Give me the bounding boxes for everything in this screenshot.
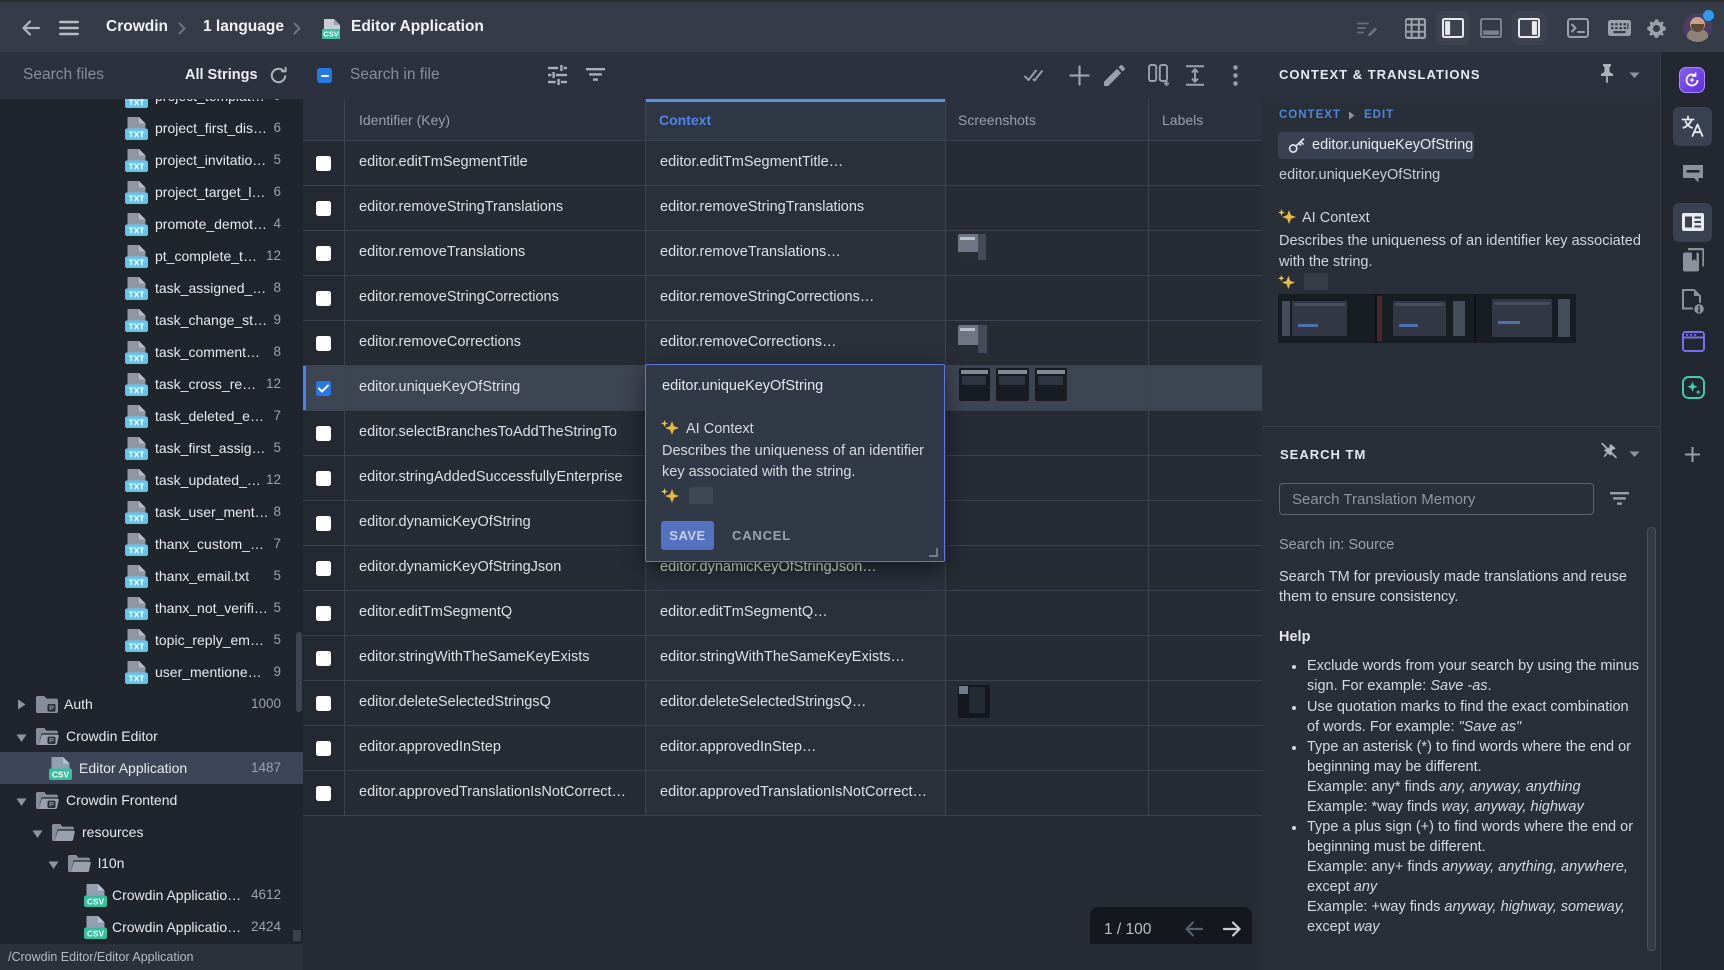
svg-text:CSV: CSV <box>323 30 340 39</box>
